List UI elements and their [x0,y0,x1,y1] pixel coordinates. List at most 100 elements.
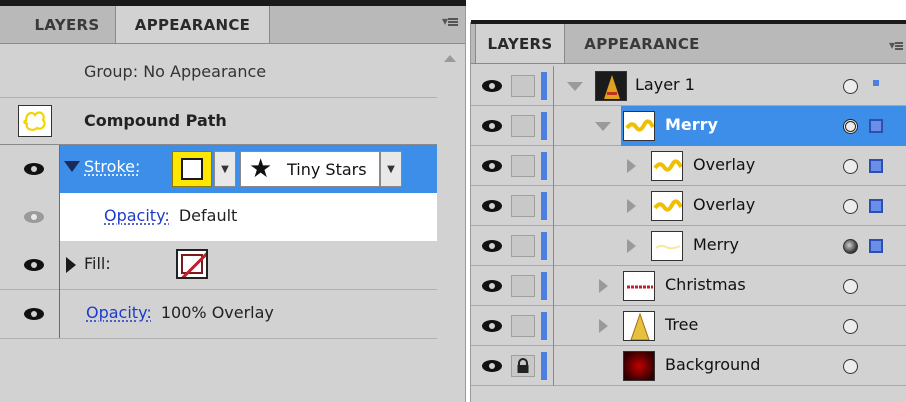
fill-visibility-toggle[interactable] [14,241,54,289]
layer-visibility-toggle[interactable] [475,72,509,100]
layer-visibility-toggle[interactable] [475,352,509,380]
chevron-down-icon: ▼ [221,163,229,175]
expand-triangle-icon[interactable] [599,279,608,293]
scrollbar[interactable] [437,45,463,402]
layer-lock-toggle[interactable] [511,315,535,337]
layer-name[interactable]: Merry [665,115,718,134]
layer-name[interactable]: Merry [693,235,739,254]
eye-icon [24,308,44,320]
panel-menu-icon[interactable]: ▾ [442,14,459,28]
target-circle-icon[interactable] [843,159,858,174]
layer-lock-toggle[interactable] [511,275,535,297]
collapse-triangle-icon[interactable] [567,82,583,91]
compound-path-thumbnail [18,105,52,137]
selection-square-icon[interactable] [869,159,883,173]
fill-opacity-field: Opacity: 100% Overlay [86,303,274,322]
panel-menu-icon[interactable]: ▾ [889,38,904,52]
layer-row[interactable]: Tree [471,306,906,346]
layer-name[interactable]: Overlay [693,195,755,214]
selection-highlight [621,106,906,146]
target-circle-icon[interactable] [843,199,858,214]
fill-opacity-row[interactable]: Opacity: 100% Overlay [0,290,437,338]
layer-lock-toggle[interactable] [511,75,535,97]
layer-thumbnail [623,271,655,301]
fill-opacity-visibility-toggle[interactable] [14,290,54,338]
fill-row[interactable]: Fill: [0,241,437,289]
layer-visibility-toggle[interactable] [475,232,509,260]
collapse-triangle-icon[interactable] [595,122,611,131]
target-circle-icon[interactable] [843,359,858,374]
layer-name[interactable]: Background [665,355,760,374]
brush-dropdown-button[interactable]: ▼ [380,151,402,187]
layer-name[interactable]: Tree [665,315,698,334]
layer-row-selected[interactable]: Merry [471,106,906,146]
tab-layers[interactable]: LAYERS [22,6,112,43]
stroke-opacity-value: Default [178,206,238,225]
layer-name[interactable]: Layer 1 [635,75,695,94]
stroke-swatch-icon [181,158,203,180]
star-icon: ★ [249,154,273,184]
layer-row[interactable]: Merry [471,226,906,266]
expand-triangle-icon[interactable] [627,159,636,173]
selection-square-icon[interactable] [869,119,883,133]
scroll-up-arrow-icon[interactable] [444,55,456,62]
expand-triangle-icon[interactable] [66,257,76,273]
eye-icon [482,80,502,92]
layer-visibility-toggle[interactable] [475,272,509,300]
stroke-visibility-toggle[interactable] [14,145,54,193]
layer-lock-toggle[interactable] [511,115,535,137]
selection-square-icon[interactable] [869,239,883,253]
expand-triangle-icon[interactable] [599,319,608,333]
layer-thumbnail [651,231,683,261]
stroke-row[interactable]: Stroke: ▼ ★ Tiny Stars ▼ [0,145,437,193]
layer-thumbnail [595,71,627,101]
layer-visibility-toggle[interactable] [475,152,509,180]
stroke-color-dropdown[interactable]: ▼ [214,151,236,187]
target-circle-filled-icon[interactable] [843,239,858,254]
layer-name[interactable]: Christmas [665,275,746,294]
layer-color-bar [541,152,547,180]
layer-visibility-toggle[interactable] [475,192,509,220]
layer-lock-toggle[interactable] [511,195,535,217]
collapse-triangle-icon[interactable] [64,161,80,172]
stroke-color-swatch[interactable] [172,151,212,187]
layer-row[interactable]: Overlay [471,186,906,226]
tab-appearance[interactable]: APPEARANCE [115,6,270,43]
eye-icon [24,163,44,175]
eye-icon [482,280,502,292]
layer-visibility-toggle[interactable] [475,312,509,340]
layer-row[interactable]: Background [471,346,906,386]
opacity-link[interactable]: Opacity: [104,206,170,225]
tab-layers[interactable]: LAYERS [475,24,565,63]
layer-name[interactable]: Overlay [693,155,755,174]
selection-square-icon[interactable] [869,199,883,213]
tab-appearance[interactable]: APPEARANCE [567,24,717,63]
compound-path-row: Compound Path [0,98,437,144]
stroke-opacity-row[interactable]: Opacity: Default [0,193,437,241]
expand-triangle-icon[interactable] [627,239,636,253]
layer-visibility-toggle[interactable] [475,112,509,140]
target-circle-icon[interactable] [843,119,858,134]
object-title: Compound Path [84,111,227,130]
brush-selector[interactable]: ★ Tiny Stars [240,151,380,187]
brush-name: Tiny Stars [287,160,367,179]
expand-triangle-icon[interactable] [627,199,636,213]
layer-color-bar [541,272,547,300]
opacity-link[interactable]: Opacity: [86,303,152,322]
stroke-opacity-visibility-toggle[interactable] [14,193,54,241]
layer-lock-toggle[interactable] [511,355,535,377]
eye-icon [24,259,44,271]
fill-swatch[interactable] [176,249,208,279]
layer-lock-toggle[interactable] [511,155,535,177]
layer-color-bar [541,312,547,340]
layer-row[interactable]: Overlay [471,146,906,186]
eye-icon [482,240,502,252]
target-circle-icon[interactable] [843,319,858,334]
stroke-label[interactable]: Stroke: [84,157,140,176]
layer-color-bar [541,192,547,220]
target-circle-icon[interactable] [843,79,858,94]
layer-lock-toggle[interactable] [511,235,535,257]
layer-row[interactable]: Christmas [471,266,906,306]
layer-row[interactable]: Layer 1 [471,66,906,106]
target-circle-icon[interactable] [843,279,858,294]
